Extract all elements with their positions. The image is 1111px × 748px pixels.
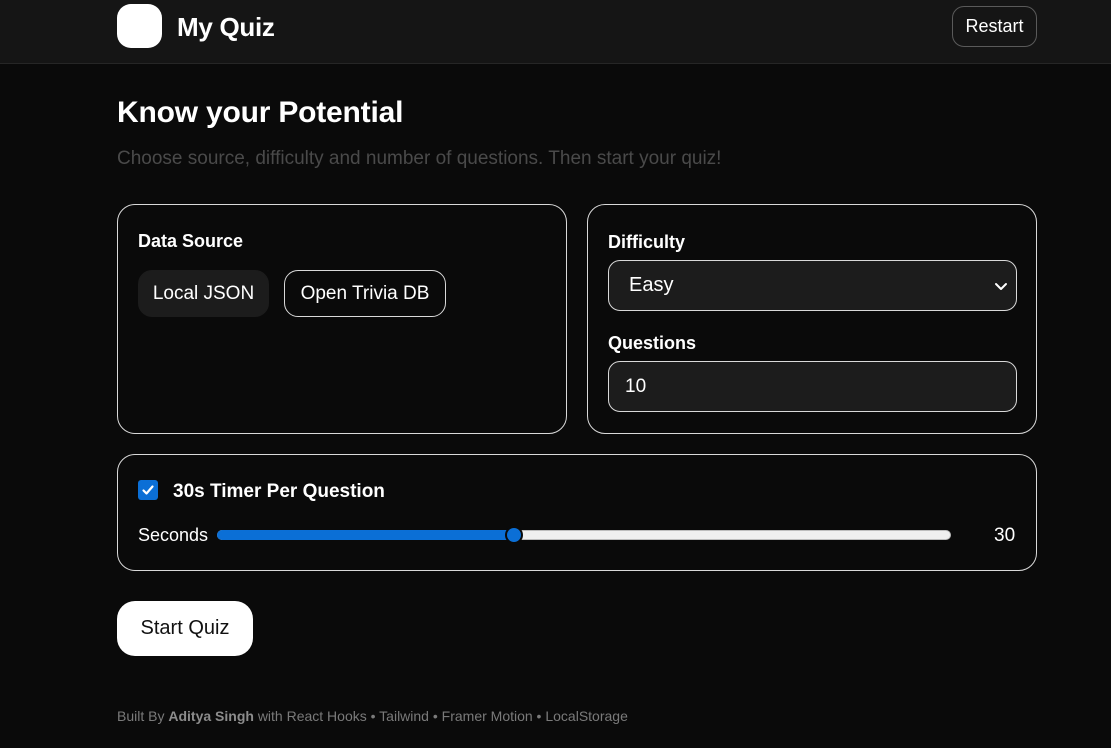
timer-checkbox-label: 30s Timer Per Question [173, 481, 385, 502]
slider-thumb[interactable] [505, 526, 524, 544]
page-subtitle: Choose source, difficulty and number of … [117, 148, 722, 169]
footer-suffix: with React Hooks • Tailwind • Framer Mot… [257, 708, 628, 724]
difficulty-select[interactable]: Easy [608, 260, 1017, 311]
difficulty-label: Difficulty [608, 232, 686, 252]
footer: Built By Aditya Singh with React Hooks •… [117, 708, 628, 724]
footer-prefix: Built By [117, 708, 165, 724]
data-source-label: Data Source [138, 231, 244, 251]
footer-author: Aditya Singh [168, 708, 254, 724]
check-icon [142, 485, 154, 495]
data-source-card: Data Source Local JSON Open Trivia DB [117, 204, 567, 434]
chevron-down-icon [995, 283, 1007, 290]
source-option-open-trivia-db[interactable]: Open Trivia DB [284, 270, 446, 317]
top-bar: My Quiz Restart [0, 0, 1111, 64]
app-logo [117, 4, 162, 48]
questions-input[interactable]: 10 [608, 361, 1017, 412]
restart-button[interactable]: Restart [952, 6, 1037, 47]
timer-card: 30s Timer Per Question Seconds 30 [117, 454, 1037, 571]
seconds-label: Seconds [138, 525, 209, 545]
questions-label: Questions [608, 333, 697, 353]
timer-checkbox[interactable] [138, 480, 158, 500]
seconds-slider[interactable] [217, 526, 951, 544]
app-title: My Quiz [177, 12, 275, 42]
start-quiz-button[interactable]: Start Quiz [117, 601, 253, 656]
seconds-value: 30 [994, 525, 1016, 546]
difficulty-select-value: Easy [629, 274, 674, 296]
settings-card: Difficulty Easy Questions 10 [587, 204, 1037, 434]
page-title: Know your Potential [117, 96, 404, 129]
source-option-local-json[interactable]: Local JSON [138, 270, 269, 317]
slider-fill [217, 530, 515, 540]
